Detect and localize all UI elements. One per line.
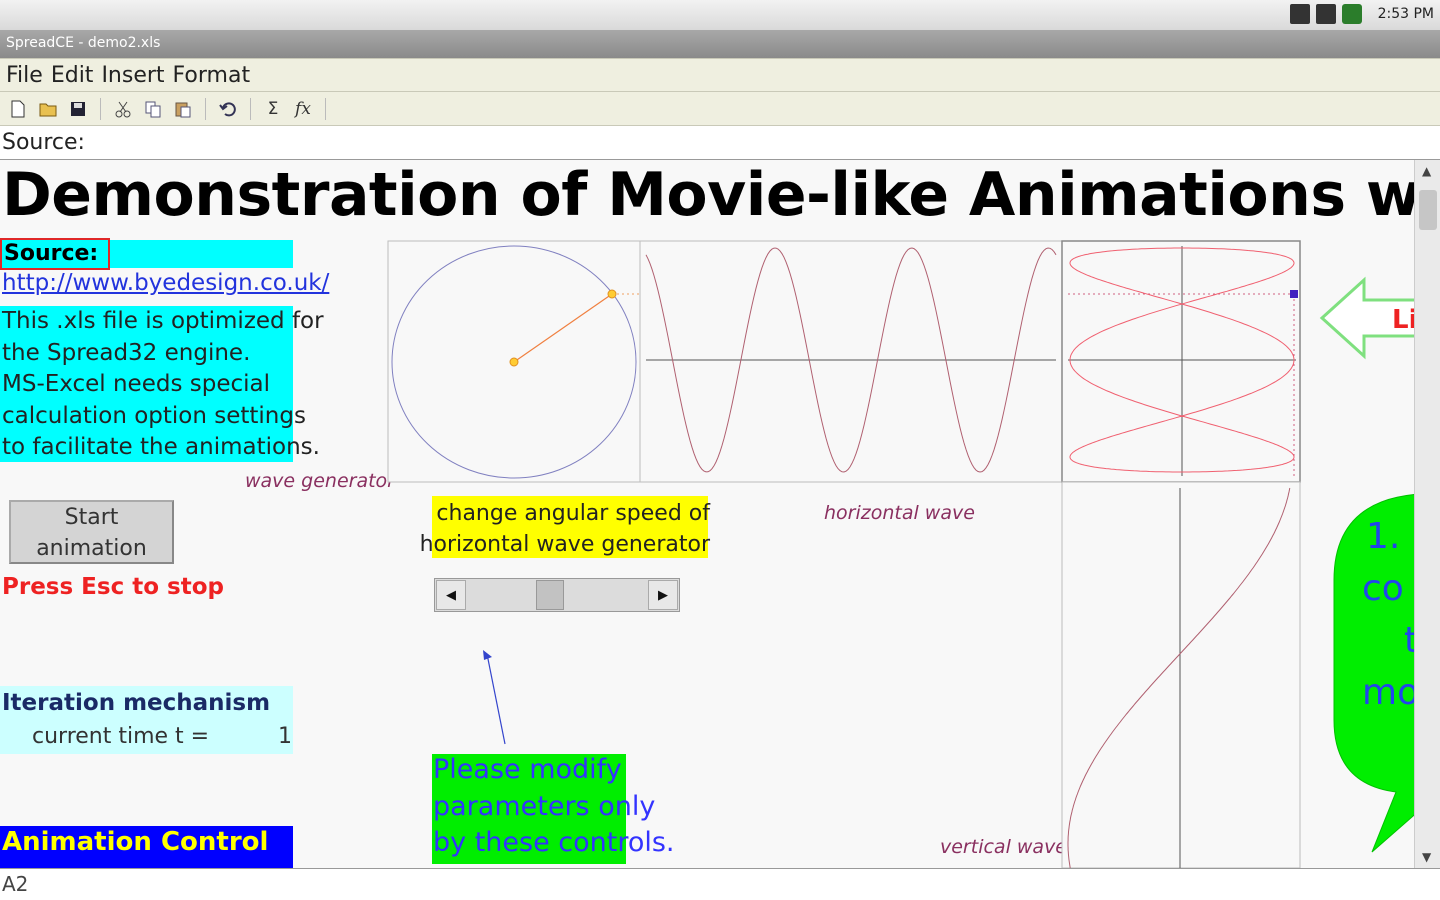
horizontal-wave-frame [639, 240, 1063, 483]
toolbar: Σ fx [0, 92, 1440, 126]
menu-format[interactable]: Format [173, 63, 251, 88]
sd-card-icon [1290, 4, 1310, 24]
vertical-wave-frame [1061, 481, 1301, 868]
green-callout-line: t [1404, 620, 1414, 661]
android-status-bar: 2:53 PM [0, 0, 1440, 30]
lissajous-point [1290, 290, 1298, 298]
green-callout-line: 1. I [1366, 516, 1414, 557]
undo-icon[interactable] [216, 97, 240, 121]
window-title-bar: SpreadCE - demo2.xls [0, 30, 1440, 58]
generator-center-point [509, 357, 519, 367]
menu-insert[interactable]: Insert [101, 63, 164, 88]
scroll-up-icon[interactable]: ▲ [1422, 164, 1431, 178]
signal-icon [1316, 4, 1336, 24]
cell-reference: A2 [2, 872, 29, 896]
cut-icon[interactable] [111, 97, 135, 121]
menu-edit[interactable]: Edit [51, 63, 94, 88]
arrow-callout-text: Li [1392, 305, 1414, 335]
embedded-charts: Li 1. I co t mo [387, 240, 1414, 868]
green-callout-line: mo [1362, 672, 1414, 713]
green-callout-line: co [1362, 568, 1404, 609]
toolbar-separator [250, 97, 251, 120]
generator-rotating-point [607, 289, 617, 299]
scroll-down-icon[interactable]: ▼ [1422, 850, 1431, 864]
window-title: SpreadCE - demo2.xls [6, 35, 161, 51]
scrollbar-thumb[interactable] [1419, 190, 1437, 230]
sum-icon[interactable]: Σ [261, 97, 285, 121]
toolbar-separator [100, 97, 101, 120]
cell-reference-bar: A2 [0, 868, 1440, 900]
battery-icon [1342, 4, 1362, 24]
formula-bar-text: Source: [2, 130, 85, 155]
lissajous-frame [1061, 240, 1301, 483]
save-icon[interactable] [66, 97, 90, 121]
clock: 2:53 PM [1377, 6, 1434, 22]
copy-icon[interactable] [141, 97, 165, 121]
pointer-arrow-head [483, 650, 492, 660]
spreadsheet-grid[interactable]: Demonstration of Movie-like Animations w… [0, 160, 1414, 868]
pointer-arrow-line [486, 653, 506, 745]
open-folder-icon[interactable] [36, 97, 60, 121]
paste-icon[interactable] [171, 97, 195, 121]
toolbar-separator [325, 97, 326, 120]
toolbar-separator [205, 97, 206, 120]
status-icons [1290, 4, 1362, 24]
menu-bar: File Edit Insert Format [0, 58, 1440, 92]
menu-file[interactable]: File [6, 63, 43, 88]
vertical-scrollbar[interactable]: ▲ ▼ [1414, 160, 1440, 868]
new-file-icon[interactable] [6, 97, 30, 121]
formula-bar[interactable]: Source: [0, 126, 1440, 160]
function-icon[interactable]: fx [291, 97, 315, 121]
app-window: 2:53 PM SpreadCE - demo2.xls File Edit I… [0, 0, 1440, 900]
